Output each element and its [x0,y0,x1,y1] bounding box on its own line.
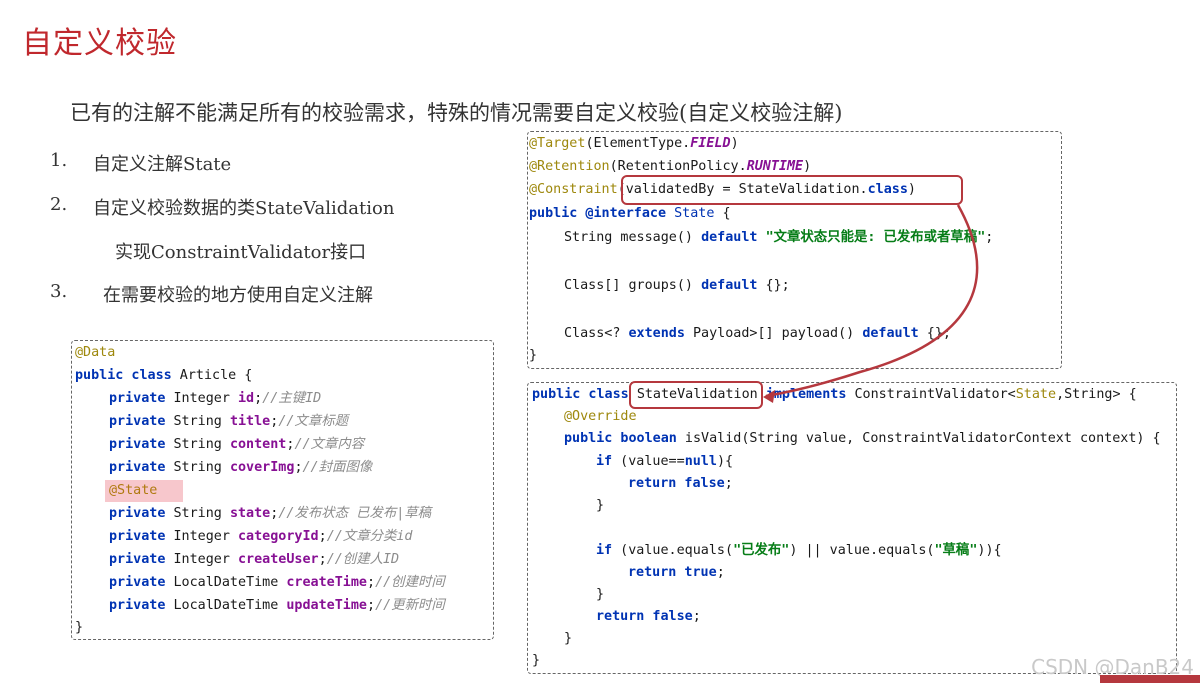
code-line: } [529,348,538,363]
code-line: Class[] groups() default {}; [564,278,790,293]
code-line: private String title;//文章标题 [109,414,348,429]
article-code-block: @Data public class Article { private Int… [71,340,494,640]
code-line: @Target(ElementType.FIELD) [529,136,739,151]
code-line: public class Article { [75,368,253,383]
state-validation-highlight [629,381,763,409]
code-line: @Override [564,409,637,424]
list-text: 自定义注解State [93,154,232,175]
validator-code-block: public class StateValidation implements … [527,382,1177,674]
code-line: @Data [75,345,116,360]
subtitle: 已有的注解不能满足所有的校验需求，特殊的情况需要自定义校验(自定义校验注解) [70,101,843,125]
code-line: public class StateValidation implements … [532,387,1137,402]
code-line: return true; [628,565,725,580]
code-line: private LocalDateTime createTime;//创建时间 [109,575,445,590]
list-text: 实现ConstraintValidator接口 [115,242,367,263]
list-number: 3. [50,281,68,302]
code-line: } [596,498,605,513]
code-line: String message() default "文章状态只能是: 已发布或者… [564,230,994,245]
code-line: private Integer createUser;//创建人ID [109,552,400,567]
code-line: public boolean isValid(String value, Con… [564,431,1161,446]
list-number: 2. [50,194,68,215]
validated-by-highlight [621,175,963,205]
code-line: } [564,631,573,646]
annotation-code-block: @Target(ElementType.FIELD) @Retention(Re… [527,131,1062,369]
code-line: if (value.equals("已发布") || value.equals(… [596,543,1002,558]
code-line: @State [109,483,158,498]
code-line: public @interface State { [529,206,731,221]
code-line: } [596,587,605,602]
code-line: if (value==null){ [596,454,734,469]
code-line: private Integer id;//主键ID [109,391,322,406]
code-line: Class<? extends Payload>[] payload() def… [564,326,951,341]
code-line: private String content;//文章内容 [109,437,365,452]
list-text: 自定义校验数据的类StateValidation [93,198,395,219]
list-text: 在需要校验的地方使用自定义注解 [103,285,373,306]
code-line: } [75,620,84,635]
corner-accent-bar [1100,675,1200,683]
code-line: private LocalDateTime updateTime;//更新时间 [109,598,445,613]
code-line: return false; [596,609,701,624]
code-line: private String coverImg;//封面图像 [109,460,373,475]
code-line: private Integer categoryId;//文章分类id [109,529,413,544]
code-line: } [532,653,541,668]
code-line: return false; [628,476,733,491]
list-number: 1. [50,150,68,171]
code-line: private String state;//发布状态 已发布|草稿 [109,506,432,521]
slide-title: 自定义校验 [22,26,177,61]
